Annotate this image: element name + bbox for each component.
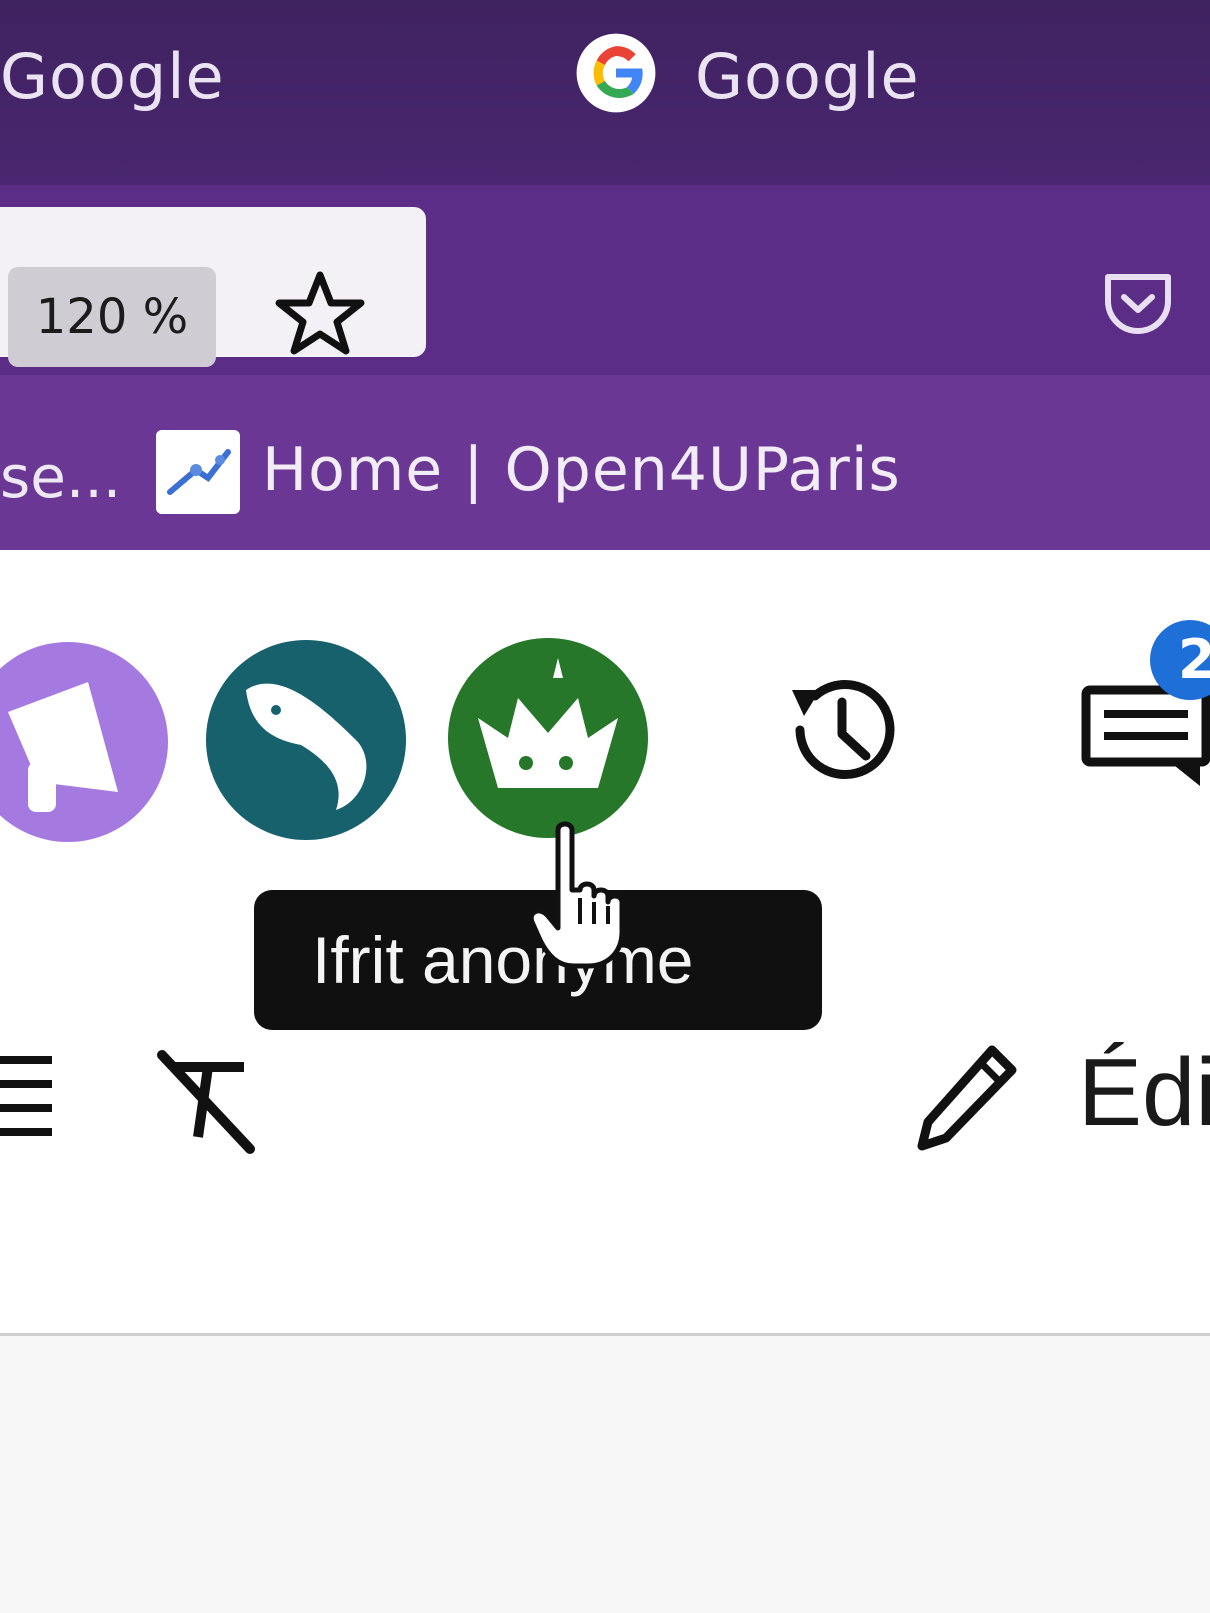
avatar-megaphone[interactable] [0, 642, 168, 842]
clear-format-icon[interactable] [152, 1045, 262, 1155]
url-bar[interactable]: 120 % [0, 207, 426, 367]
list-icon[interactable] [0, 1040, 62, 1150]
avatar-ifrit[interactable] [448, 638, 648, 838]
edit-button[interactable]: Édi [1078, 1038, 1210, 1148]
google-logo-icon [576, 33, 656, 113]
bookmark-item-open4uparis[interactable]: Home | Open4UParis [262, 435, 901, 505]
dolphin-icon [246, 683, 367, 810]
star-icon[interactable] [270, 265, 370, 365]
history-icon[interactable] [770, 660, 910, 800]
pocket-icon[interactable] [1098, 263, 1178, 343]
tab-strip: Google Google [0, 0, 1210, 185]
ifrit-icon [478, 658, 618, 788]
tab-google-inactive[interactable]: Google [0, 40, 225, 113]
favicon-icon [156, 430, 240, 514]
pencil-icon[interactable] [912, 1040, 1022, 1160]
avatar-dolphin[interactable] [206, 640, 406, 840]
tab-google-active[interactable]: Google [695, 40, 920, 113]
bookmarks-bar: se... Home | Open4UParis [0, 375, 1210, 550]
megaphone-icon [8, 682, 118, 812]
cursor-hand-icon [528, 821, 625, 969]
zoom-level-button[interactable]: 120 % [8, 267, 216, 367]
content-area[interactable] [0, 1336, 1210, 1613]
navigation-toolbar: 120 % [0, 185, 1210, 375]
bookmark-item-truncated[interactable]: se... [0, 443, 121, 511]
